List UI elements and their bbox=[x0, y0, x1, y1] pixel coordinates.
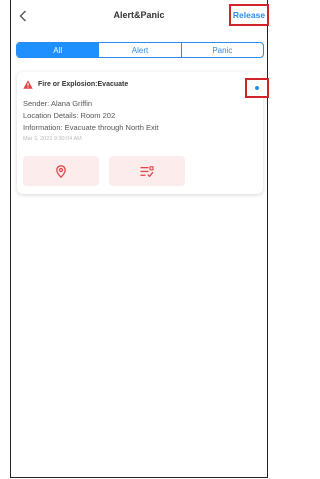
alert-title-row: Fire or Explosion:Evacuate bbox=[23, 80, 128, 89]
alert-type: Fire or Explosion:Evacuate bbox=[38, 81, 129, 88]
checklist-icon bbox=[140, 165, 154, 177]
tab-alert[interactable]: Alert bbox=[98, 43, 180, 57]
alert-timestamp: Mar 3, 2023 9:30:04 AM bbox=[23, 136, 82, 142]
header: Alert&Panic Release bbox=[11, 0, 269, 34]
tab-panic[interactable]: Panic bbox=[180, 43, 263, 57]
alert-location: Location Details: Room 202 bbox=[23, 111, 116, 120]
phone-frame: Alert&Panic Release All Alert Panic Fire… bbox=[10, 0, 269, 478]
tab-all[interactable]: All bbox=[17, 43, 99, 57]
release-label: Release bbox=[232, 10, 266, 20]
checklist-button[interactable] bbox=[109, 156, 185, 186]
alert-sender: Sender: Alana Griffin bbox=[23, 99, 93, 108]
location-pin-icon bbox=[56, 164, 66, 178]
location-button[interactable] bbox=[23, 156, 99, 186]
warning-triangle-icon bbox=[23, 80, 33, 89]
alert-card[interactable]: Fire or Explosion:Evacuate Sender: Alana… bbox=[17, 72, 269, 194]
dot-menu-icon bbox=[255, 86, 259, 90]
more-options-button[interactable] bbox=[245, 78, 269, 98]
release-button[interactable]: Release bbox=[229, 4, 269, 26]
alert-information: Information: Evacuate through North Exit bbox=[23, 123, 159, 132]
filter-tabs: All Alert Panic bbox=[16, 42, 264, 58]
